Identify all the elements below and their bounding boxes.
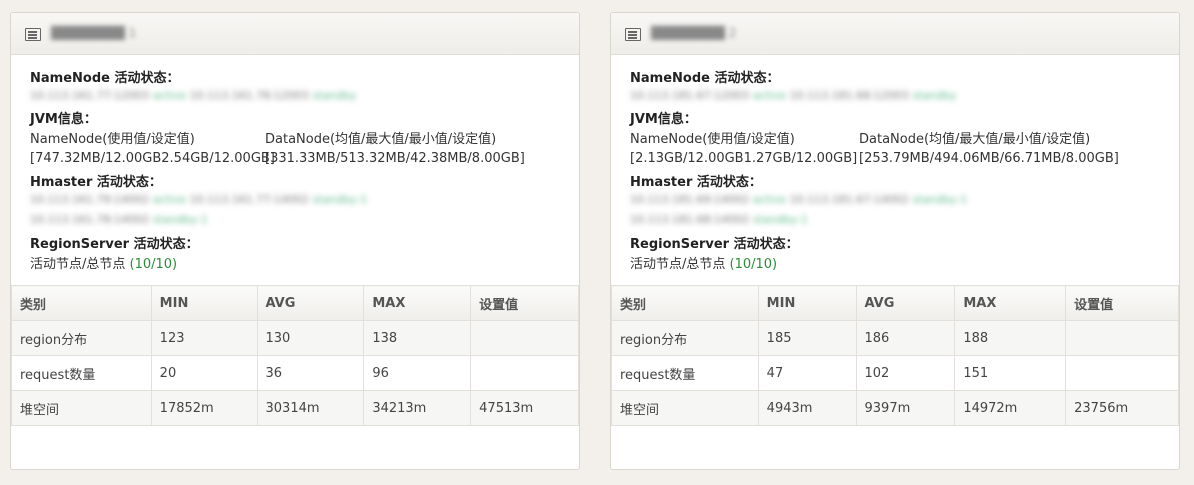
table-cell: 30314m: [256, 390, 365, 426]
regionserver-active-count: 活动节点/总节点 (10/10): [30, 257, 178, 272]
column-header: 设置值: [1065, 285, 1179, 321]
namenode-status-label: NameNode 活动状态：: [630, 71, 780, 86]
column-header: MIN: [150, 285, 258, 321]
jvm-datanode-header: DataNode(均值/最大值/最小值/设定值): [859, 132, 1091, 147]
table-cell: [470, 355, 579, 391]
table-row: 堆空间 17852m 30314m 34213m 47513m: [11, 390, 579, 426]
jvm-datanode-value: [331.33MB/513.32MB/42.38MB/8.00GB]: [265, 151, 525, 166]
table-cell: 堆空间: [11, 390, 152, 426]
table-cell: 102: [855, 355, 956, 391]
hmaster-status-label: Hmaster 活动状态：: [30, 175, 162, 190]
table-cell: 14972m: [954, 390, 1067, 426]
table-cell: 47513m: [470, 390, 579, 426]
table-cell: 34213m: [363, 390, 472, 426]
jvm-namenode-value: [2.13GB/12.00GB1.27GB/12.00GB]: [630, 151, 858, 166]
jvm-datanode-value: [253.79MB/494.06MB/66.71MB/8.00GB]: [859, 151, 1119, 166]
panel-title: ████████ 1: [51, 26, 137, 40]
namenode-hosts: 10.113.181.67:12003 active 10.113.181.68…: [630, 89, 957, 102]
jvm-namenode-value: [747.32MB/12.00GB2.54GB/12.00GB]: [30, 151, 275, 166]
list-icon: [625, 28, 641, 41]
jvm-datanode-header: DataNode(均值/最大值/最小值/设定值): [265, 132, 497, 147]
column-header: 类别: [11, 285, 152, 321]
table-cell: 堆空间: [611, 390, 759, 426]
table-row: request数量 47 102 151: [611, 355, 1179, 391]
active-node-ratio: (10/10): [129, 257, 178, 272]
regionserver-active-count: 活动节点/总节点 (10/10): [630, 257, 778, 272]
table-cell: 123: [150, 320, 258, 356]
column-header: 设置值: [470, 285, 579, 321]
table-header-row: 类别 MIN AVG MAX 设置值: [11, 285, 579, 321]
cluster-panel-2: ████████ 2 NameNode 活动状态： 10.113.181.67:…: [610, 12, 1180, 470]
panel-header: ████████ 2: [611, 13, 1179, 55]
table-cell: request数量: [11, 355, 152, 391]
jvm-info-label: JVM信息：: [630, 112, 697, 127]
metrics-table: 类别 MIN AVG MAX 设置值 region分布 185 186 188 …: [611, 285, 1179, 426]
active-node-ratio: (10/10): [729, 257, 778, 272]
table-cell: 186: [855, 320, 956, 356]
namenode-hosts: 10.113.161.77:12003 active 10.113.161.78…: [30, 89, 357, 102]
list-icon: [25, 28, 41, 41]
hmaster-hosts-2: 10.113.161.78:14002 standby-1: [30, 213, 208, 226]
column-header: MAX: [363, 285, 472, 321]
regionserver-status-label: RegionServer 活动状态：: [630, 237, 799, 252]
jvm-namenode-header: NameNode(使用值/设定值): [630, 132, 795, 147]
panel-header: ████████ 1: [11, 13, 579, 55]
table-cell: 23756m: [1065, 390, 1179, 426]
table-cell: 17852m: [150, 390, 258, 426]
column-header: MIN: [757, 285, 857, 321]
table-cell: 36: [256, 355, 365, 391]
table-cell: request数量: [611, 355, 759, 391]
table-row: region分布 123 130 138: [11, 320, 579, 356]
table-cell: 20: [150, 355, 258, 391]
table-header-row: 类别 MIN AVG MAX 设置值: [611, 285, 1179, 321]
table-cell: 9397m: [855, 390, 956, 426]
table-cell: 138: [363, 320, 472, 356]
column-header: AVG: [256, 285, 365, 321]
table-cell: [1065, 355, 1179, 391]
column-header: 类别: [611, 285, 759, 321]
table-row: region分布 185 186 188: [611, 320, 1179, 356]
namenode-status-label: NameNode 活动状态：: [30, 71, 180, 86]
column-header: AVG: [855, 285, 956, 321]
regionserver-status-label: RegionServer 活动状态：: [30, 237, 199, 252]
jvm-info-label: JVM信息：: [30, 112, 97, 127]
cluster-panel-1: ████████ 1 NameNode 活动状态： 10.113.161.77:…: [10, 12, 580, 470]
hmaster-hosts-1: 10.113.161.79:14002 active 10.113.161.77…: [30, 193, 368, 206]
table-cell: 130: [256, 320, 365, 356]
table-cell: 96: [363, 355, 472, 391]
hmaster-hosts-2: 10.113.181.68:14002 standby-1: [630, 213, 808, 226]
table-row: request数量 20 36 96: [11, 355, 579, 391]
table-cell: 47: [757, 355, 857, 391]
table-cell: region分布: [11, 320, 152, 356]
hmaster-status-label: Hmaster 活动状态：: [630, 175, 762, 190]
metrics-table: 类别 MIN AVG MAX 设置值 region分布 123 130 138 …: [11, 285, 579, 426]
table-cell: region分布: [611, 320, 759, 356]
jvm-namenode-header: NameNode(使用值/设定值): [30, 132, 195, 147]
table-cell: 188: [954, 320, 1067, 356]
table-row: 堆空间 4943m 9397m 14972m 23756m: [611, 390, 1179, 426]
table-cell: 151: [954, 355, 1067, 391]
panel-title: ████████ 2: [651, 26, 737, 40]
table-cell: 185: [757, 320, 857, 356]
table-cell: 4943m: [757, 390, 857, 426]
hmaster-hosts-1: 10.113.181.69:14002 active 10.113.181.67…: [630, 193, 968, 206]
column-header: MAX: [954, 285, 1067, 321]
table-cell: [1065, 320, 1179, 356]
table-cell: [470, 320, 579, 356]
